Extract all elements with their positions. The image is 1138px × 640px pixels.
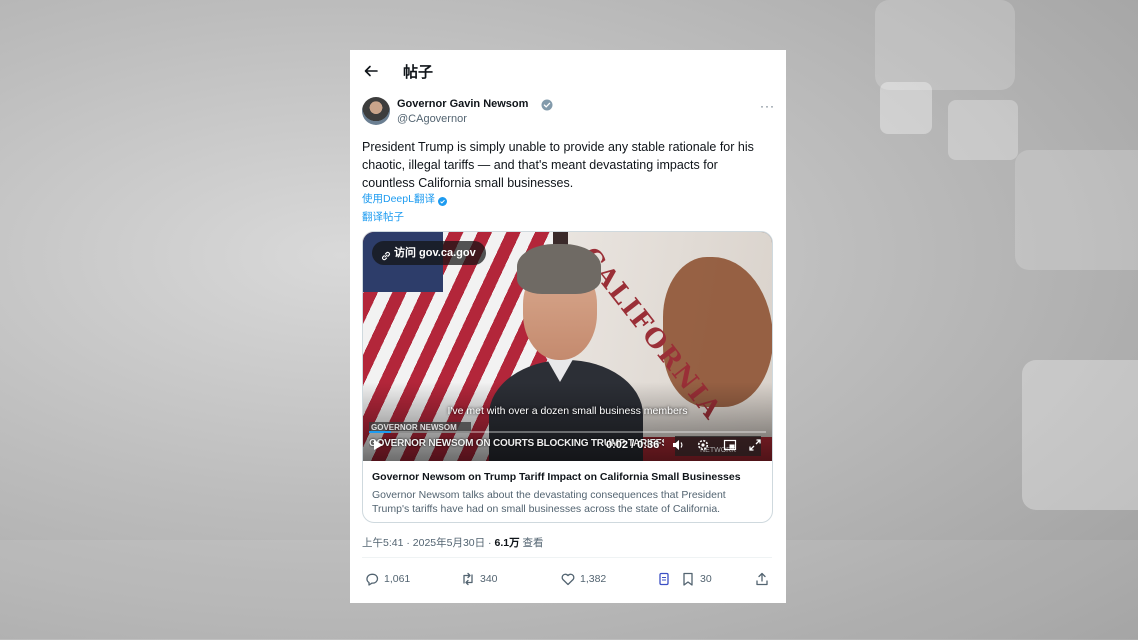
video-subtitle: I've met with over a dozen small busines… (447, 405, 688, 417)
top-bar: 帖子 (350, 50, 786, 90)
repost-icon (463, 572, 473, 586)
video-progress-bar[interactable] (369, 431, 766, 433)
video-progress-fill (369, 431, 392, 433)
volume-icon[interactable] (671, 438, 685, 452)
background-tile (948, 100, 1018, 160)
translate-deepl-link[interactable]: 使用DeepL翻译 (362, 191, 435, 206)
repost-button[interactable]: 340 (460, 568, 498, 590)
post-card: 帖子 Governor Gavin Newsom @CAgovernor ···… (350, 50, 786, 603)
view-label: 查看 (519, 537, 544, 549)
heart-icon (561, 573, 575, 586)
fullscreen-icon[interactable] (748, 438, 762, 452)
media-card[interactable]: CALIFORNIA 访问 gov.ca.gov I've met with o… (362, 231, 773, 523)
background-panel (1015, 150, 1138, 270)
reply-icon (366, 573, 379, 586)
view-count: 6.1万 (494, 537, 520, 549)
verified-badge-icon (541, 98, 553, 111)
share-icon (756, 572, 768, 586)
author-handle[interactable]: @CAgovernor (397, 113, 467, 125)
like-count: 1,382 (580, 573, 607, 585)
background-panel (1022, 360, 1138, 510)
post-timestamp[interactable]: 上午5:41 · 2025年5月30日 · (362, 537, 494, 549)
grok-icon (659, 572, 669, 586)
settings-gear-icon[interactable] (696, 438, 710, 452)
background-panel (875, 0, 1015, 90)
page-title: 帖子 (403, 64, 434, 81)
bookmark-icon (683, 572, 693, 586)
action-bar: 1,061 340 1,382 30 (350, 568, 786, 590)
more-options-icon[interactable]: ··· (760, 99, 775, 113)
background-tile (880, 82, 932, 134)
bookmark-count: 30 (700, 573, 712, 585)
author-name[interactable]: Governor Gavin Newsom (397, 98, 528, 110)
reply-button[interactable]: 1,061 (364, 568, 410, 590)
deepl-badge-icon (438, 193, 447, 206)
share-button[interactable] (754, 568, 774, 590)
post-meta: 上午5:41 · 2025年5月30日 · 6.1万 查看 (362, 535, 544, 550)
link-icon (380, 247, 392, 261)
divider (362, 557, 772, 558)
visit-site-label: 访问 gov.ca.gov (394, 247, 476, 259)
media-card-title: Governor Newsom on Trump Tariff Impact o… (372, 471, 741, 483)
bookmark-button[interactable]: 30 (680, 568, 712, 590)
visit-site-button[interactable]: 访问 gov.ca.gov (372, 241, 486, 265)
reply-count: 1,061 (384, 573, 411, 585)
play-icon[interactable] (371, 438, 385, 452)
grok-button[interactable] (656, 568, 676, 590)
picture-in-picture-icon[interactable] (723, 438, 737, 452)
post-text: President Trump is simply unable to prov… (362, 140, 754, 190)
post-author: Governor Gavin Newsom @CAgovernor ··· (362, 97, 775, 131)
back-arrow-icon[interactable] (360, 60, 382, 82)
repost-count: 340 (480, 573, 498, 585)
video-player[interactable]: CALIFORNIA 访问 gov.ca.gov I've met with o… (363, 232, 772, 461)
translate-post-link[interactable]: 翻译帖子 (362, 209, 404, 224)
media-card-description: Governor Newsom talks about the devastat… (372, 489, 726, 515)
video-time: 0:02 / 0:36 (606, 439, 660, 451)
avatar[interactable] (362, 97, 390, 125)
like-button[interactable]: 1,382 (560, 568, 606, 590)
